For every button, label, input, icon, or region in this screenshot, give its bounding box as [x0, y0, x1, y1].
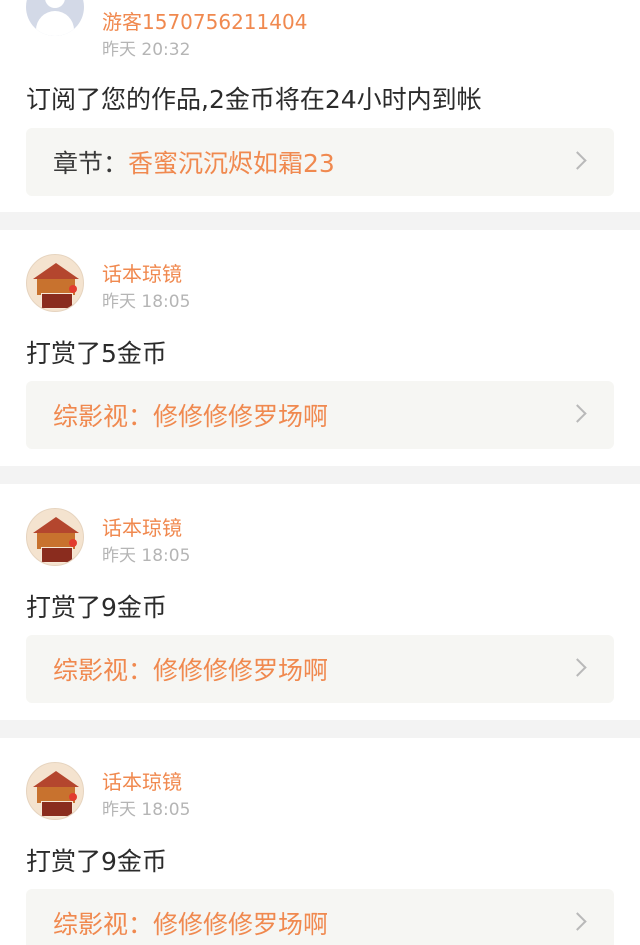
username[interactable]: 话本琼镜	[102, 766, 182, 795]
username[interactable]: 话本琼镜	[102, 258, 182, 287]
huaben-logo-icon[interactable]	[26, 762, 84, 820]
notification-card: 话本琼镜 昨天 18:05 打赏了9金币 综影视： 修修修修罗场啊	[0, 738, 640, 945]
notification-feed: 游客1570756211404 昨天 20:32 订阅了您的作品,2金币将在24…	[0, 0, 640, 945]
chevron-right-icon	[568, 404, 587, 423]
chevron-right-icon	[568, 151, 587, 170]
work-link[interactable]: 综影视： 修修修修罗场啊	[26, 381, 614, 449]
timestamp: 昨天 20:32	[102, 40, 191, 60]
notification-message: 打赏了9金币	[26, 847, 167, 876]
timestamp: 昨天 18:05	[102, 292, 191, 312]
work-title: 修修修修罗场啊	[153, 910, 329, 939]
timestamp: 昨天 18:05	[102, 546, 191, 566]
notification-card: 话本琼镜 昨天 18:05 打赏了9金币 综影视： 修修修修罗场啊	[0, 484, 640, 720]
work-title: 香蜜沉沉烬如霜23	[128, 149, 335, 178]
huaben-logo-icon[interactable]	[26, 508, 84, 566]
chevron-right-icon	[568, 912, 587, 931]
work-link[interactable]: 章节： 香蜜沉沉烬如霜23	[26, 128, 614, 196]
card-separator	[0, 212, 640, 230]
chevron-right-icon	[568, 658, 587, 677]
card-separator	[0, 720, 640, 738]
username[interactable]: 游客1570756211404	[102, 6, 307, 35]
notification-message: 打赏了5金币	[26, 339, 167, 368]
username[interactable]: 话本琼镜	[102, 512, 182, 541]
work-link[interactable]: 综影视： 修修修修罗场啊	[26, 889, 614, 945]
work-label: 综影视：	[53, 910, 154, 939]
notification-message: 打赏了9金币	[26, 593, 167, 622]
card-separator	[0, 466, 640, 484]
work-link[interactable]: 综影视： 修修修修罗场啊	[26, 635, 614, 703]
work-title: 修修修修罗场啊	[153, 402, 329, 431]
notification-message: 订阅了您的作品,2金币将在24小时内到帐	[26, 85, 482, 114]
timestamp: 昨天 18:05	[102, 800, 191, 820]
work-label: 章节：	[53, 149, 129, 178]
huaben-logo-icon[interactable]	[26, 254, 84, 312]
notification-card: 话本琼镜 昨天 18:05 打赏了5金币 综影视： 修修修修罗场啊	[0, 230, 640, 466]
notification-card: 游客1570756211404 昨天 20:32 订阅了您的作品,2金币将在24…	[0, 0, 640, 212]
work-title: 修修修修罗场啊	[153, 656, 329, 685]
guest-avatar-icon[interactable]	[26, 0, 84, 36]
work-label: 综影视：	[53, 402, 154, 431]
work-label: 综影视：	[53, 656, 154, 685]
